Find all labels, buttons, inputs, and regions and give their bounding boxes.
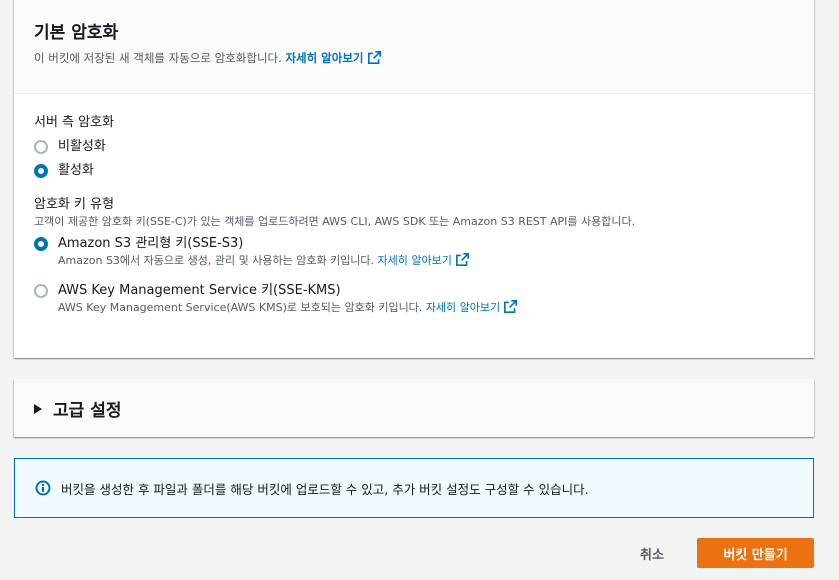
sse-s3-description: Amazon S3에서 자동으로 생성, 관리 및 사용하는 암호화 키입니다.… — [58, 253, 469, 269]
external-link-icon — [504, 300, 518, 313]
radio-button-selected[interactable] — [34, 237, 48, 251]
caret-right-icon — [34, 403, 42, 414]
encryption-key-type-hint: 고객이 제공한 암호화 키(SSE-C)가 있는 객체를 업로드하려면 AWS … — [34, 215, 636, 228]
sse-s3-description-text: Amazon S3에서 자동으로 생성, 관리 및 사용하는 암호화 키입니다. — [58, 254, 375, 267]
learn-more-label: 자세히 알아보기 — [285, 51, 364, 65]
default-encryption-body: 서버 측 암호화 비활성화 활성화 암호화 키 유형 고객이 제공한 암호화 키… — [14, 94, 814, 316]
learn-more-label: 자세히 알아보기 — [425, 301, 501, 314]
sse-kms-description: AWS Key Management Service(AWS KMS)로 보호되… — [58, 300, 518, 316]
sse-kms-description-text: AWS Key Management Service(AWS KMS)로 보호되… — [58, 301, 423, 314]
radio-disable-label: 비활성화 — [58, 139, 106, 154]
radio-button[interactable] — [34, 284, 48, 298]
default-encryption-panel: 기본 암호화 이 버킷에 저장된 새 객체를 자동으로 암호화합니다. 자세히 … — [14, 0, 814, 358]
external-link-icon — [367, 51, 381, 64]
radio-enable-label: 활성화 — [58, 163, 94, 178]
radio-sse-kms[interactable]: AWS Key Management Service 키(SSE-KMS) AW… — [34, 282, 794, 316]
default-encryption-header: 기본 암호화 이 버킷에 저장된 새 객체를 자동으로 암호화합니다. 자세히 … — [14, 0, 814, 94]
sse-s3-learn-more-link[interactable]: 자세히 알아보기 — [377, 253, 469, 267]
info-alert-text: 버킷을 생성한 후 파일과 폴더를 해당 버킷에 업로드할 수 있고, 추가 버… — [61, 481, 589, 497]
server-side-encryption-label: 서버 측 암호화 — [34, 115, 115, 130]
default-encryption-title: 기본 암호화 — [34, 23, 119, 43]
info-alert: 버킷을 생성한 후 파일과 폴더를 해당 버킷에 업로드할 수 있고, 추가 버… — [14, 458, 814, 518]
create-bucket-button[interactable]: 버킷 만들기 — [697, 538, 814, 568]
encryption-key-type-label: 암호화 키 유형 — [34, 197, 115, 212]
info-icon — [35, 480, 51, 496]
radio-button[interactable] — [34, 140, 48, 154]
default-encryption-description: 이 버킷에 저장된 새 객체를 자동으로 암호화합니다. 자세히 알아보기 — [34, 50, 794, 66]
cancel-button[interactable]: 취소 — [620, 538, 684, 568]
learn-more-label: 자세히 알아보기 — [377, 254, 452, 267]
description-text: 이 버킷에 저장된 새 객체를 자동으로 암호화합니다. — [34, 51, 282, 65]
external-link-icon — [455, 253, 469, 266]
radio-enable[interactable]: 활성화 — [34, 162, 794, 180]
advanced-settings-expander[interactable]: 고급 설정 — [14, 379, 814, 437]
sse-kms-label: AWS Key Management Service 키(SSE-KMS) — [58, 283, 341, 298]
radio-disable[interactable]: 비활성화 — [34, 138, 794, 156]
sse-s3-label: Amazon S3 관리형 키(SSE-S3) — [58, 236, 244, 251]
sse-kms-learn-more-link[interactable]: 자세히 알아보기 — [425, 300, 518, 314]
learn-more-link[interactable]: 자세히 알아보기 — [285, 51, 381, 65]
radio-button-selected[interactable] — [34, 164, 48, 178]
radio-sse-s3[interactable]: Amazon S3 관리형 키(SSE-S3) Amazon S3에서 자동으로… — [34, 235, 794, 269]
advanced-settings-title: 고급 설정 — [53, 400, 122, 421]
